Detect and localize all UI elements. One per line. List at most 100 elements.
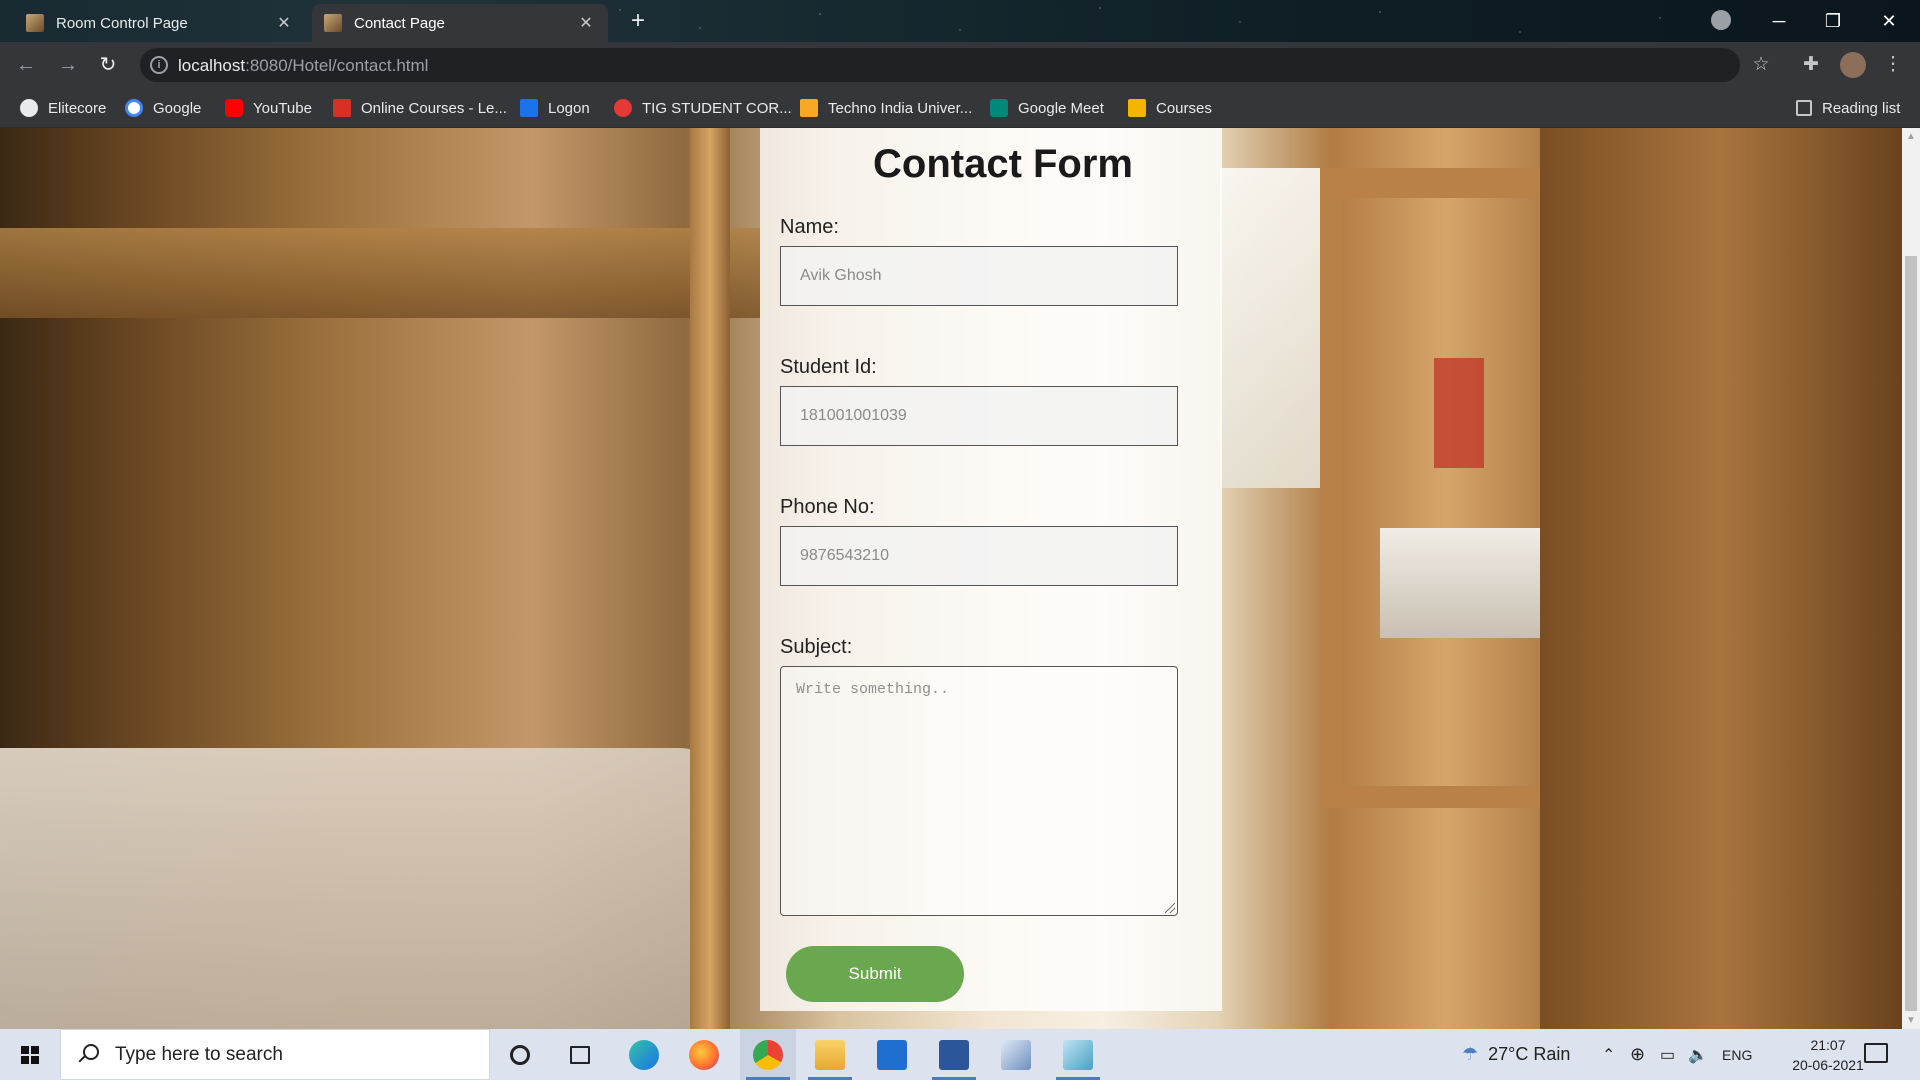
chrome-icon[interactable] [740,1029,796,1080]
bookmark-tig-student[interactable]: TIG STUDENT COR... [614,96,792,120]
start-button[interactable] [0,1029,60,1080]
bookmark-online-courses[interactable]: Online Courses - Le... [333,96,507,120]
bookmark-label: Techno India Univer... [828,99,973,117]
windows-logo-icon [21,1046,39,1064]
form-title: Contact Form [873,142,1133,186]
scroll-down-icon[interactable]: ▼ [1902,1012,1920,1029]
reading-list-icon [1796,100,1812,116]
clock-time: 21:07 [1810,1037,1846,1053]
tig-icon [614,99,632,117]
bookmark-label: Google [153,99,202,117]
bookmark-star-icon[interactable]: ☆ [1748,52,1774,78]
cube-glyph [1001,1039,1031,1070]
tab-room-control[interactable]: Room Control Page ✕ [14,4,306,42]
subject-placeholder: Write something.. [796,681,950,698]
bookmark-label: Courses [1156,99,1212,117]
task-view-glyph [570,1045,590,1064]
browser-tab-strip: Room Control Page ✕ Contact Page ✕ + ─ ❐… [0,0,1920,42]
language-indicator[interactable]: ENG [1722,1029,1752,1080]
name-label: Name: [780,216,839,238]
background-photo-bunk-bed-right [1320,168,1560,808]
edge-glyph [629,1039,659,1070]
submit-button[interactable]: Submit [786,946,964,1002]
address-bar[interactable]: i localhost:8080/Hotel/contact.html [140,48,1740,82]
browser-toolbar: ← → ↻ i localhost:8080/Hotel/contact.htm… [0,42,1920,88]
bookmark-techno-india[interactable]: Techno India Univer... [800,96,972,120]
google-meet-icon [990,99,1008,117]
new-tab-button[interactable]: + [624,8,652,36]
profile-avatar[interactable] [1840,52,1866,78]
extensions-icon[interactable]: ✚ [1798,52,1824,78]
cortana-glyph [510,1044,530,1065]
menu-kebab-icon[interactable]: ⋮ [1880,52,1906,78]
mail-glyph [877,1039,907,1070]
student-id-input[interactable]: 181001001039 [780,386,1178,446]
restore-button[interactable]: ❐ [1810,6,1856,36]
bookmarks-bar: Elitecore Google YouTube Online Courses … [0,88,1920,128]
mail-icon[interactable] [864,1029,920,1080]
chrome-glyph [753,1039,783,1070]
scrollbar-thumb[interactable] [1905,256,1917,1011]
page-favicon-icon [324,14,342,32]
bookmark-label: TIG STUDENT COR... [642,99,792,117]
network-icon[interactable]: ⊕ [1630,1029,1645,1080]
tab-search-icon[interactable] [1711,10,1731,30]
battery-icon[interactable]: ▭ [1660,1029,1675,1080]
task-view-icon[interactable] [552,1029,608,1080]
firefox-glyph [689,1039,719,1070]
tab-title: Room Control Page [56,14,188,32]
forward-icon[interactable]: → [54,51,82,79]
clock[interactable]: 21:07 20-06-2021 [1778,1035,1878,1075]
bookmark-logon[interactable]: Logon [520,96,590,120]
reload-icon[interactable]: ↻ [94,51,122,79]
url-text[interactable]: localhost:8080/Hotel/contact.html [178,56,428,76]
tab-contact-page[interactable]: Contact Page ✕ [312,4,608,42]
bookmark-label: Google Meet [1018,99,1104,117]
back-icon[interactable]: ← [12,51,40,79]
rain-icon: ☂ [1462,1044,1479,1064]
student-id-label: Student Id: [780,356,877,378]
youtube-icon [225,99,243,117]
phone-input[interactable]: 9876543210 [780,526,1178,586]
resize-handle-icon[interactable] [1165,903,1175,913]
windows-taskbar: Type here to search ☂ 27°C Rain ⌃ ⊕ ▭ 🔈 E… [0,1029,1920,1080]
phone-label: Phone No: [780,496,875,518]
background-photo-bunk-bed [0,228,760,318]
page-scrollbar[interactable]: ▲ ▼ [1902,128,1920,1029]
reading-list-button[interactable]: Reading list [1796,96,1900,120]
file-explorer-icon[interactable] [802,1029,858,1080]
subject-textarea[interactable]: Write something.. [780,666,1178,916]
show-hidden-icons[interactable]: ⌃ [1602,1029,1615,1080]
app-icon[interactable] [1050,1029,1106,1080]
bookmark-elitecore[interactable]: Elitecore [20,96,106,120]
bookmark-label: Online Courses - Le... [361,99,507,117]
university-icon [800,99,818,117]
edge-icon[interactable] [616,1029,672,1080]
bookmark-youtube[interactable]: YouTube [225,96,312,120]
bookmark-google[interactable]: Google [125,96,201,120]
classroom-icon [1128,99,1146,117]
scroll-up-icon[interactable]: ▲ [1902,128,1920,145]
cortana-icon[interactable] [492,1029,548,1080]
weather-widget[interactable]: ☂ 27°C Rain [1462,1029,1570,1080]
minimize-button[interactable]: ─ [1756,6,1802,36]
subject-label: Subject: [780,636,853,658]
site-info-icon[interactable]: i [150,56,168,74]
word-icon[interactable] [926,1029,982,1080]
bookmark-courses[interactable]: Courses [1128,96,1212,120]
tab-title: Contact Page [354,14,445,32]
weather-text: 27°C Rain [1488,1044,1571,1064]
firefox-icon[interactable] [676,1029,732,1080]
close-tab-icon[interactable]: ✕ [274,13,294,33]
close-tab-icon[interactable]: ✕ [576,13,596,33]
3d-viewer-icon[interactable] [988,1029,1044,1080]
word-glyph [939,1039,969,1070]
bookmark-google-meet[interactable]: Google Meet [990,96,1104,120]
notification-icon[interactable] [1864,1043,1888,1063]
background-photo-curtain [1434,358,1484,468]
volume-icon[interactable]: 🔈 [1688,1029,1708,1080]
name-input[interactable]: Avik Ghosh [780,246,1178,306]
taskbar-search[interactable]: Type here to search [60,1029,490,1080]
close-window-button[interactable]: ✕ [1866,6,1912,36]
url-path: :8080/Hotel/contact.html [245,56,429,75]
